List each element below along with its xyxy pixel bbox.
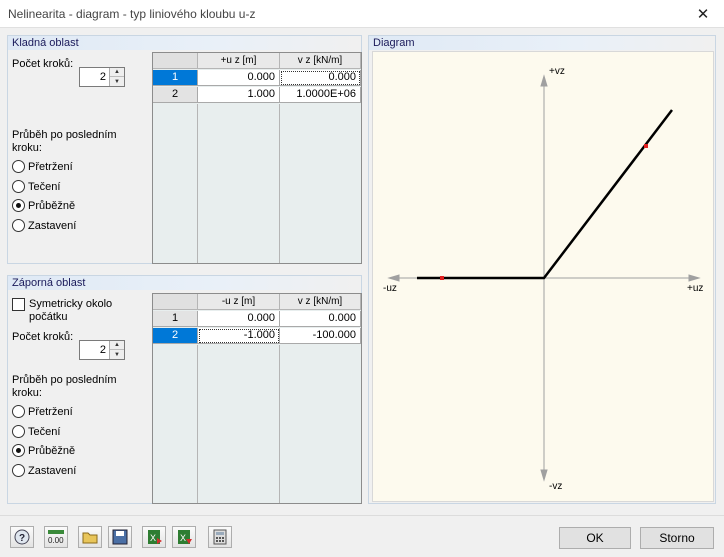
calculator-button[interactable] bbox=[208, 526, 232, 548]
export-button[interactable]: X bbox=[172, 526, 196, 548]
radio-icon bbox=[12, 464, 25, 477]
diagram-point bbox=[644, 144, 648, 148]
arrow-right-icon bbox=[688, 274, 701, 282]
symmetric-label-2: počátku bbox=[29, 311, 68, 323]
export-excel-icon: X bbox=[178, 530, 192, 544]
spin-down-icon[interactable]: ▼ bbox=[110, 350, 124, 359]
positive-after-label-2: kroku: bbox=[12, 142, 42, 154]
ok-button[interactable]: OK bbox=[559, 527, 631, 549]
radio-icon bbox=[12, 180, 25, 193]
decimal-places-icon: 0.00 bbox=[48, 530, 64, 545]
cell-u[interactable]: 1.000 bbox=[198, 87, 280, 103]
cell-v[interactable]: 1.0000E+06 bbox=[280, 87, 361, 103]
negative-option-yield[interactable]: Tečení bbox=[12, 425, 60, 438]
symmetric-checkbox[interactable] bbox=[12, 298, 25, 311]
cell-v[interactable]: -100.000 bbox=[280, 328, 361, 344]
column-divider bbox=[279, 104, 280, 263]
spin-down-icon[interactable]: ▼ bbox=[110, 77, 124, 86]
cell-v[interactable]: 0.000 bbox=[280, 311, 361, 327]
spin-up-icon[interactable]: ▲ bbox=[110, 341, 124, 350]
radio-icon bbox=[12, 444, 25, 457]
open-icon bbox=[82, 532, 98, 544]
negative-after-label-2: kroku: bbox=[12, 387, 42, 399]
cancel-button[interactable]: Storno bbox=[640, 527, 714, 549]
column-header-u: +u z [m] bbox=[198, 53, 280, 69]
column-header-u: -u z [m] bbox=[198, 294, 280, 310]
diagram-point bbox=[440, 276, 444, 280]
positive-steps-spinner[interactable]: 2 ▲ ▼ bbox=[79, 67, 125, 87]
arrow-down-icon bbox=[540, 469, 548, 482]
positive-option-yield[interactable]: Tečení bbox=[12, 180, 60, 193]
negative-option-stop[interactable]: Zastavení bbox=[12, 464, 76, 477]
cell-u[interactable]: 0.000 bbox=[198, 311, 280, 327]
negative-steps-value: 2 bbox=[99, 344, 106, 356]
column-divider bbox=[197, 104, 198, 263]
help-icon: ? bbox=[14, 529, 30, 545]
positive-after-label-1: Průběh po posledním bbox=[12, 129, 117, 141]
open-button[interactable] bbox=[78, 526, 102, 548]
svg-text:0.00: 0.00 bbox=[48, 536, 64, 545]
positive-option-continuous[interactable]: Průběžně bbox=[12, 199, 75, 212]
cell-u[interactable]: -1.000 bbox=[198, 328, 280, 344]
radio-icon bbox=[12, 199, 25, 212]
import-excel-icon: X bbox=[148, 530, 162, 544]
row-header[interactable]: 1 bbox=[153, 311, 198, 327]
negative-region-group: Záporná oblast Symetricky okolo počátku … bbox=[7, 275, 362, 504]
negative-table[interactable]: -u z [m] v z [kN/m] 1 0.000 0.000 2 -1.0… bbox=[152, 293, 362, 504]
arrow-left-icon bbox=[387, 274, 400, 282]
row-header[interactable]: 2 bbox=[153, 328, 198, 344]
positive-option-break[interactable]: Přetržení bbox=[12, 160, 73, 173]
symmetric-label-1: Symetricky okolo bbox=[29, 298, 113, 310]
svg-text:X: X bbox=[150, 533, 156, 543]
cell-v[interactable]: 0.000 bbox=[280, 70, 361, 86]
row-header[interactable]: 2 bbox=[153, 87, 198, 103]
axis-label-right: +uz bbox=[687, 283, 703, 294]
svg-text:?: ? bbox=[19, 533, 25, 544]
column-divider bbox=[197, 345, 198, 503]
arrow-up-icon bbox=[540, 74, 548, 87]
radio-icon bbox=[12, 160, 25, 173]
axis-label-top: +vz bbox=[549, 66, 565, 77]
row-header[interactable]: 1 bbox=[153, 70, 198, 86]
spin-up-icon[interactable]: ▲ bbox=[110, 68, 124, 77]
diagram-canvas: +vz -vz -uz +uz bbox=[372, 51, 714, 502]
column-divider bbox=[279, 345, 280, 503]
positive-option-stop[interactable]: Zastavení bbox=[12, 219, 76, 232]
diagram-group: Diagram +vz -vz -uz +uz bbox=[368, 35, 716, 504]
cell-u[interactable]: 0.000 bbox=[198, 70, 280, 86]
save-button[interactable] bbox=[108, 526, 132, 548]
diagram-svg: +vz -vz -uz +uz bbox=[383, 66, 703, 492]
bottom-toolbar: ? 0.00 X X OK Storno bbox=[0, 515, 724, 557]
column-header-v: v z [kN/m] bbox=[280, 294, 361, 310]
radio-icon bbox=[12, 405, 25, 418]
negative-option-break[interactable]: Přetržení bbox=[12, 405, 73, 418]
table-corner bbox=[153, 294, 198, 310]
window-title: Nelinearita - diagram - typ liniového kl… bbox=[8, 7, 256, 21]
negative-steps-label: Počet kroků: bbox=[12, 331, 74, 343]
axis-label-bottom: -vz bbox=[549, 481, 562, 492]
title-bar: Nelinearita - diagram - typ liniového kl… bbox=[0, 0, 724, 28]
negative-after-label-1: Průběh po posledním bbox=[12, 374, 117, 386]
calculator-icon bbox=[213, 529, 227, 545]
close-icon[interactable]: ✕ bbox=[682, 0, 724, 28]
column-header-v: v z [kN/m] bbox=[280, 53, 361, 69]
negative-region-heading: Záporná oblast bbox=[8, 276, 361, 290]
positive-table[interactable]: +u z [m] v z [kN/m] 1 0.000 0.000 2 1.00… bbox=[152, 52, 362, 264]
positive-steps-label: Počet kroků: bbox=[12, 58, 74, 70]
diagram-heading: Diagram bbox=[369, 36, 715, 50]
negative-option-continuous[interactable]: Průběžně bbox=[12, 444, 75, 457]
import-button[interactable]: X bbox=[142, 526, 166, 548]
help-button[interactable]: ? bbox=[10, 526, 34, 548]
svg-text:X: X bbox=[180, 533, 186, 543]
table-corner bbox=[153, 53, 198, 69]
positive-region-heading: Kladná oblast bbox=[8, 36, 361, 50]
radio-icon bbox=[12, 425, 25, 438]
negative-steps-spinner[interactable]: 2 ▲ ▼ bbox=[79, 340, 125, 360]
positive-steps-value: 2 bbox=[99, 71, 106, 83]
decimal-places-button[interactable]: 0.00 bbox=[44, 526, 68, 548]
radio-icon bbox=[12, 219, 25, 232]
axis-label-left: -uz bbox=[383, 283, 397, 294]
save-icon bbox=[112, 529, 128, 545]
positive-region-group: Kladná oblast Počet kroků: 2 ▲ ▼ Průběh … bbox=[7, 35, 362, 264]
